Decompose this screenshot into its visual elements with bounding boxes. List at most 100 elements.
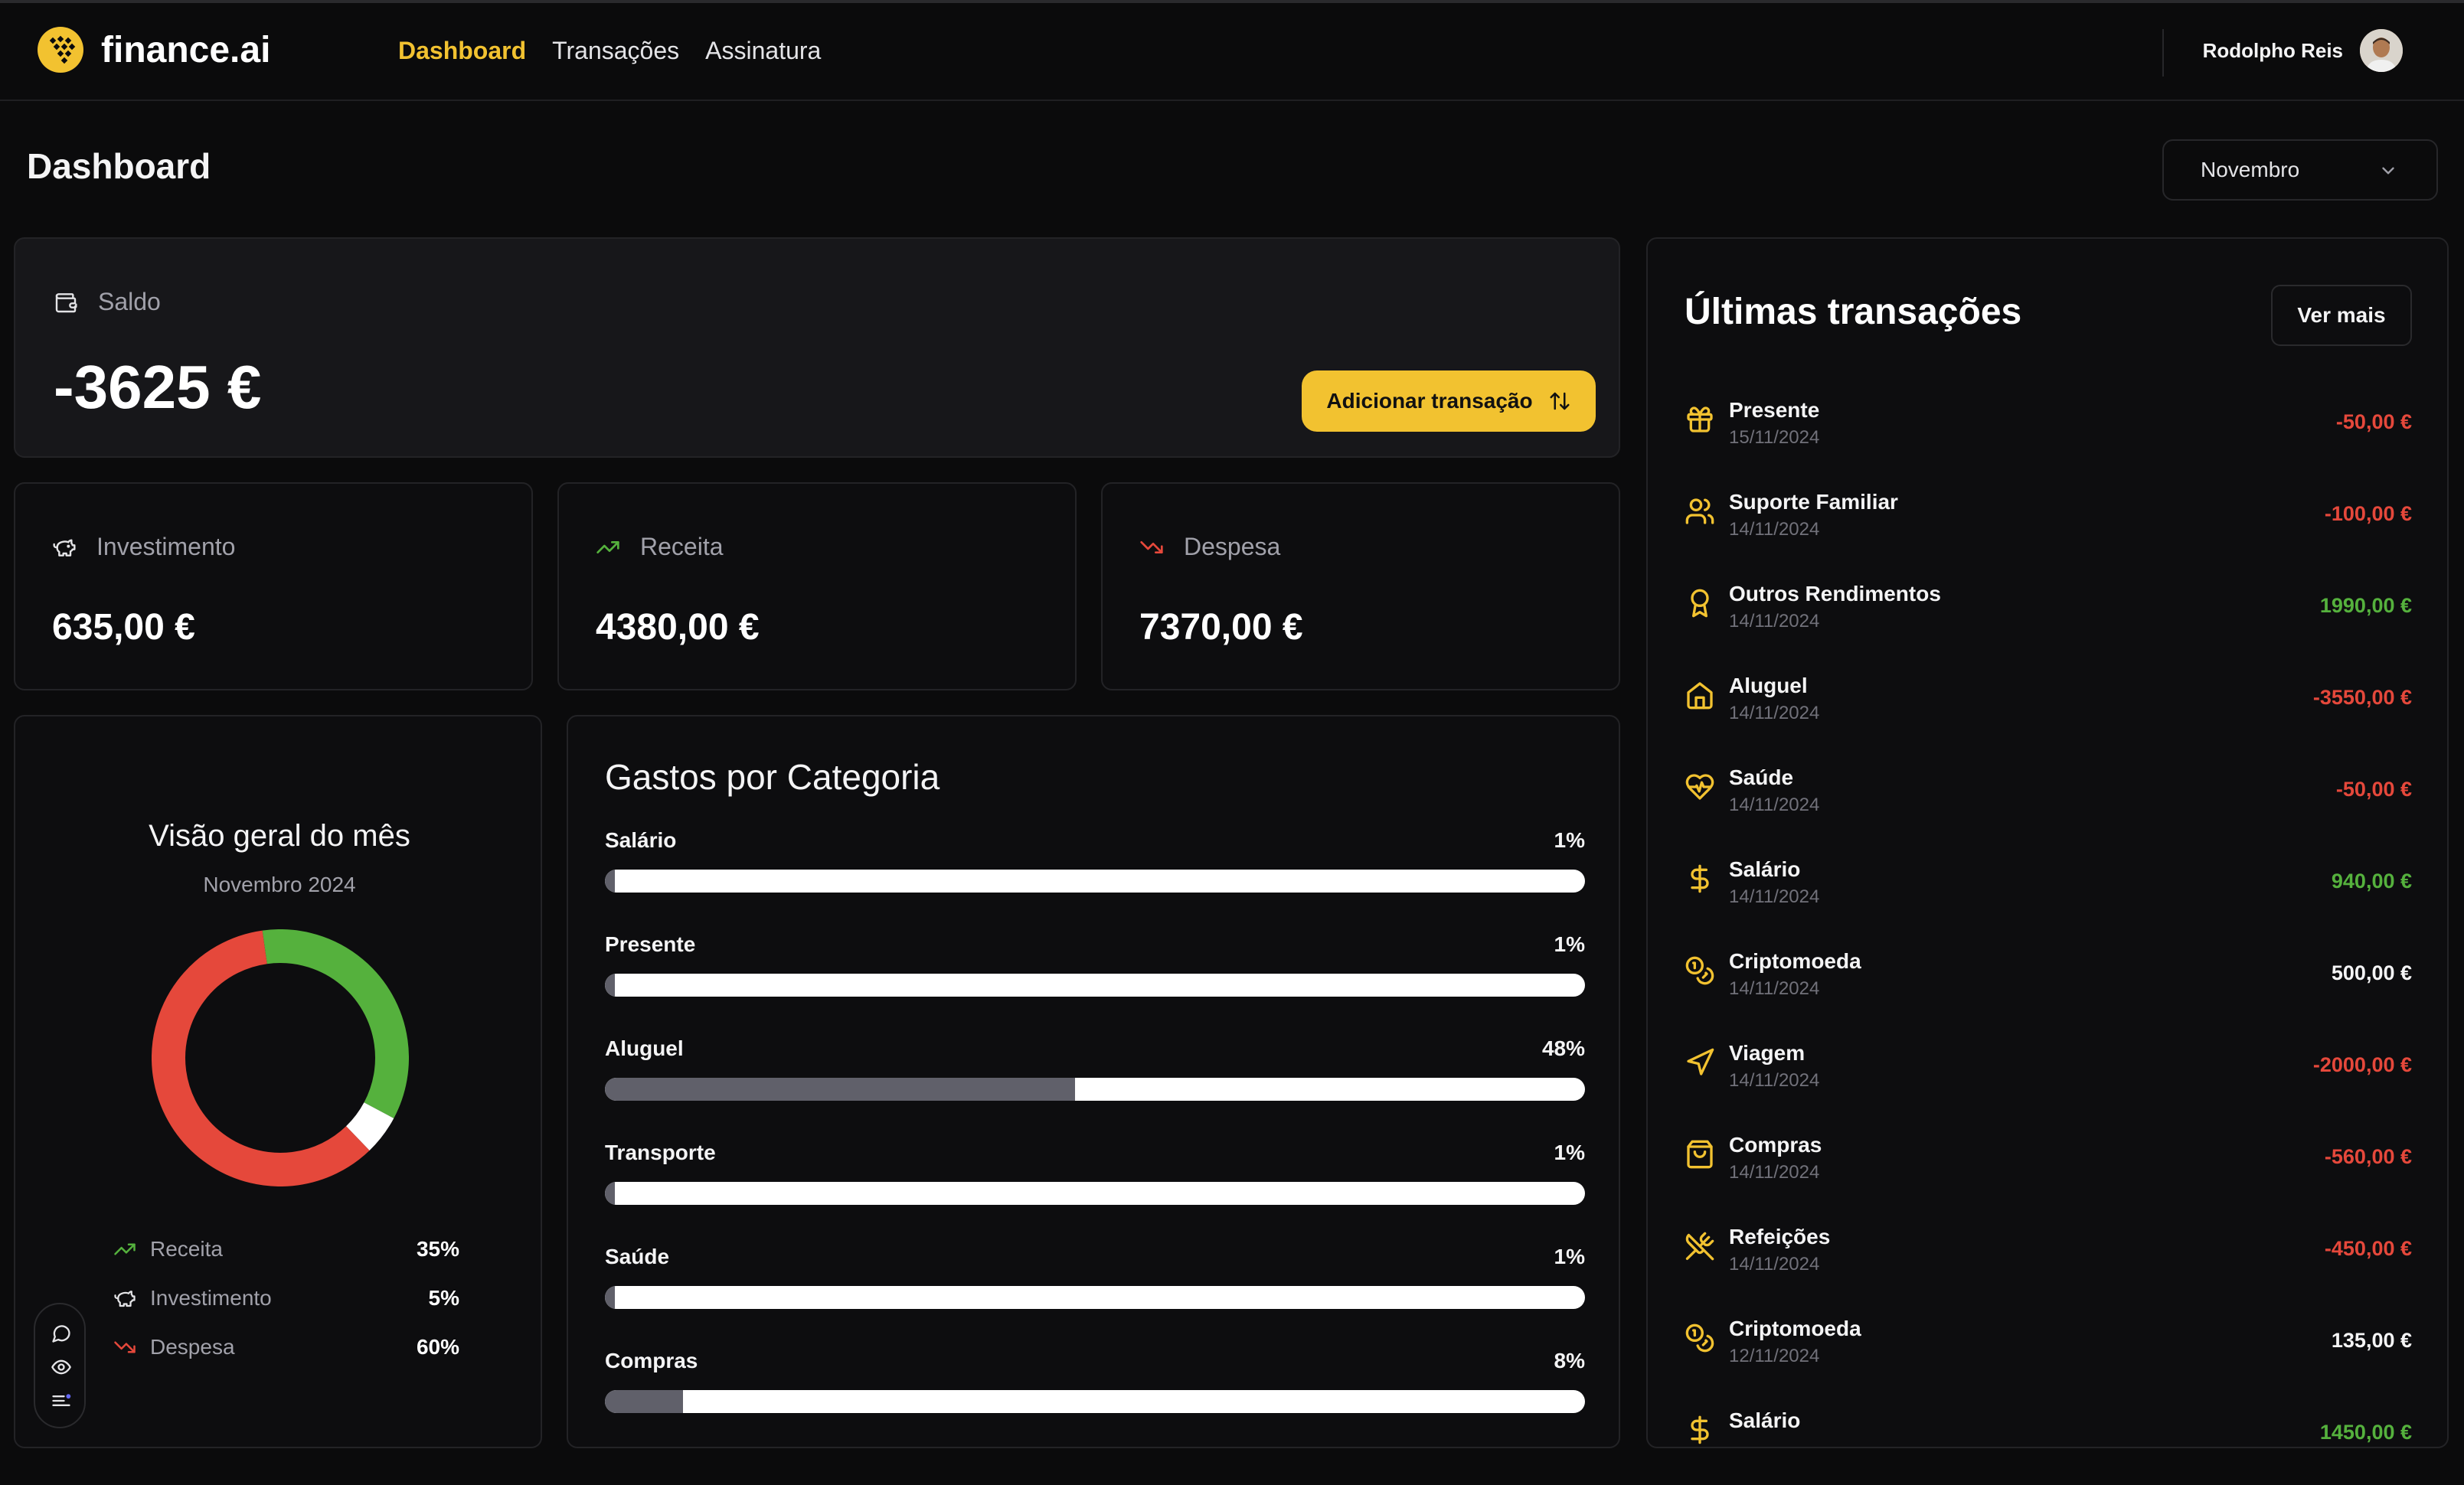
category-progress-fill <box>605 1286 615 1309</box>
transaction-date: 14/11/2024 <box>1729 795 1820 815</box>
avatar[interactable] <box>2360 29 2403 72</box>
house-icon <box>1687 682 1713 710</box>
eye-icon[interactable] <box>51 1356 72 1378</box>
legend-label: Despesa <box>150 1335 235 1359</box>
category-item: Compras 8% <box>605 1349 1585 1453</box>
add-transaction-button[interactable]: Adicionar transação <box>1302 370 1596 432</box>
transaction-row[interactable]: Aluguel 14/11/2024 -3550,00 € <box>1685 674 2412 765</box>
nav-divider <box>2162 29 2164 77</box>
trending-up-icon <box>114 1243 136 1255</box>
transaction-amount: 1990,00 € <box>2319 594 2412 617</box>
transaction-row[interactable]: Outros Rendimentos 14/11/2024 1990,00 € <box>1685 582 2412 674</box>
piggy-bank-icon <box>52 535 77 560</box>
overview-donut-chart <box>152 929 409 1186</box>
transaction-name: Salário <box>1729 1408 1801 1432</box>
category-progress-fill <box>605 870 615 893</box>
income-card: Receita 4380,00 € <box>557 482 1077 690</box>
transaction-name: Saúde <box>1729 765 1794 789</box>
transaction-amount: -3550,00 € <box>2312 686 2412 709</box>
transaction-row[interactable]: Suporte Familiar 14/11/2024 -100,00 € <box>1685 490 2412 582</box>
app-name: finance.ai <box>101 29 271 70</box>
transaction-amount: -560,00 € <box>2324 1145 2412 1168</box>
coins-icon <box>1685 1323 1714 1353</box>
trending-up-icon <box>596 535 620 560</box>
transaction-name: Viagem <box>1729 1041 1806 1065</box>
transaction-amount: 1450,00 € <box>2319 1421 2412 1444</box>
category-percent: 8% <box>1554 1349 1585 1372</box>
chat-bubble-icon[interactable] <box>51 1323 72 1344</box>
award-icon <box>1691 589 1709 618</box>
transaction-row[interactable]: Refeições 14/11/2024 -450,00 € <box>1685 1225 2412 1317</box>
category-percent: 1% <box>1554 932 1585 956</box>
income-value: 4380,00 € <box>596 607 760 648</box>
legend-percent: 5% <box>428 1286 459 1310</box>
transaction-name: Suporte Familiar <box>1729 490 1898 514</box>
month-select-value: Novembro <box>2201 158 2300 181</box>
transaction-row[interactable]: Presente 15/11/2024 -50,00 € <box>1685 398 2412 490</box>
latest-transactions-card: Últimas transações Ver mais Presente 15/1… <box>1646 237 2449 1448</box>
category-progress-fill <box>605 1182 615 1205</box>
chevron-down-icon <box>2382 167 2394 175</box>
transaction-row[interactable]: Compras 14/11/2024 -560,00 € <box>1685 1133 2412 1225</box>
transaction-amount: -450,00 € <box>2324 1237 2412 1260</box>
transaction-name: Refeições <box>1729 1225 1831 1248</box>
legend-label: Receita <box>150 1237 223 1261</box>
expense-card: Despesa 7370,00 € <box>1101 482 1620 690</box>
transaction-row[interactable]: Salário 14/11/2024 940,00 € <box>1685 857 2412 949</box>
logo-icon <box>38 27 83 73</box>
transactions-title: Últimas transações <box>1685 292 2022 332</box>
category-progress-bar <box>605 1182 1585 1205</box>
heart-pulse-icon <box>1685 774 1714 800</box>
nav-link-dashboard[interactable]: Dashboard <box>398 37 526 65</box>
transaction-row[interactable]: Criptomoeda 14/11/2024 500,00 € <box>1685 949 2412 1041</box>
investment-label: Investimento <box>96 533 236 560</box>
transaction-amount: 940,00 € <box>2331 870 2412 893</box>
navigation-icon <box>1687 1048 1714 1075</box>
category-percent: 1% <box>1554 1245 1585 1268</box>
transaction-row[interactable]: Viagem 14/11/2024 -2000,00 € <box>1685 1041 2412 1133</box>
expense-value: 7370,00 € <box>1139 607 1303 648</box>
transaction-row[interactable]: Criptomoeda 12/11/2024 135,00 € <box>1685 1317 2412 1408</box>
balance-header: Saldo <box>54 288 161 316</box>
transaction-name: Salário <box>1729 857 1801 881</box>
transaction-date: 14/11/2024 <box>1729 886 1820 907</box>
category-progress-bar <box>605 974 1585 997</box>
dollar-icon <box>1691 864 1709 893</box>
page-title: Dashboard <box>27 146 211 186</box>
arrow-up-down-icon <box>1550 392 1570 410</box>
nav-links: Dashboard Transações Assinatura <box>398 37 821 65</box>
transaction-date: 14/11/2024 <box>1729 1162 1820 1183</box>
month-select[interactable]: Novembro <box>2162 139 2438 201</box>
investment-card: Investimento 635,00 € <box>14 482 533 690</box>
transaction-amount: 500,00 € <box>2331 961 2412 984</box>
transaction-name: Criptomoeda <box>1729 1317 1861 1340</box>
legend-item-despesa: Despesa 60% <box>113 1323 459 1372</box>
trending-down-icon <box>1139 535 1164 560</box>
balance-card: Saldo -3625 € Adicionar transação <box>14 237 1620 458</box>
transaction-date: 14/11/2024 <box>1729 611 1820 632</box>
see-more-button[interactable]: Ver mais <box>2271 285 2412 346</box>
nav-link-assinatura[interactable]: Assinatura <box>705 37 821 65</box>
income-header: Receita <box>596 533 724 561</box>
category-percent: 1% <box>1554 1141 1585 1164</box>
coins-icon <box>1685 956 1714 985</box>
transaction-row[interactable]: Salário 1450,00 € <box>1685 1408 2412 1447</box>
category-progress-bar <box>605 1078 1585 1101</box>
nav-link-transacoes[interactable]: Transações <box>552 37 679 65</box>
add-transaction-label: Adicionar transação <box>1326 389 1533 413</box>
transaction-amount: -50,00 € <box>2335 778 2412 801</box>
transactions-list: Presente 15/11/2024 -50,00 € Suporte Famili… <box>1685 398 2412 1447</box>
user-menu[interactable]: Rodolpho Reis <box>2203 29 2403 72</box>
menu-lines-icon[interactable] <box>51 1390 72 1412</box>
transaction-name: Outros Rendimentos <box>1729 582 1941 605</box>
top-navbar: finance.ai Dashboard Transações Assinatu… <box>0 3 2464 101</box>
category-item: Transporte 1% <box>605 1141 1585 1245</box>
app-logo[interactable]: finance.ai <box>37 26 270 73</box>
legend-item-investimento: Investimento 5% <box>113 1274 459 1323</box>
legend-percent: 35% <box>416 1237 459 1261</box>
transaction-amount: -50,00 € <box>2335 410 2412 433</box>
dollar-icon <box>1691 1415 1709 1444</box>
transaction-date: 12/11/2024 <box>1729 1346 1820 1366</box>
transaction-date: 14/11/2024 <box>1729 519 1820 540</box>
transaction-row[interactable]: Saúde 14/11/2024 -50,00 € <box>1685 765 2412 857</box>
